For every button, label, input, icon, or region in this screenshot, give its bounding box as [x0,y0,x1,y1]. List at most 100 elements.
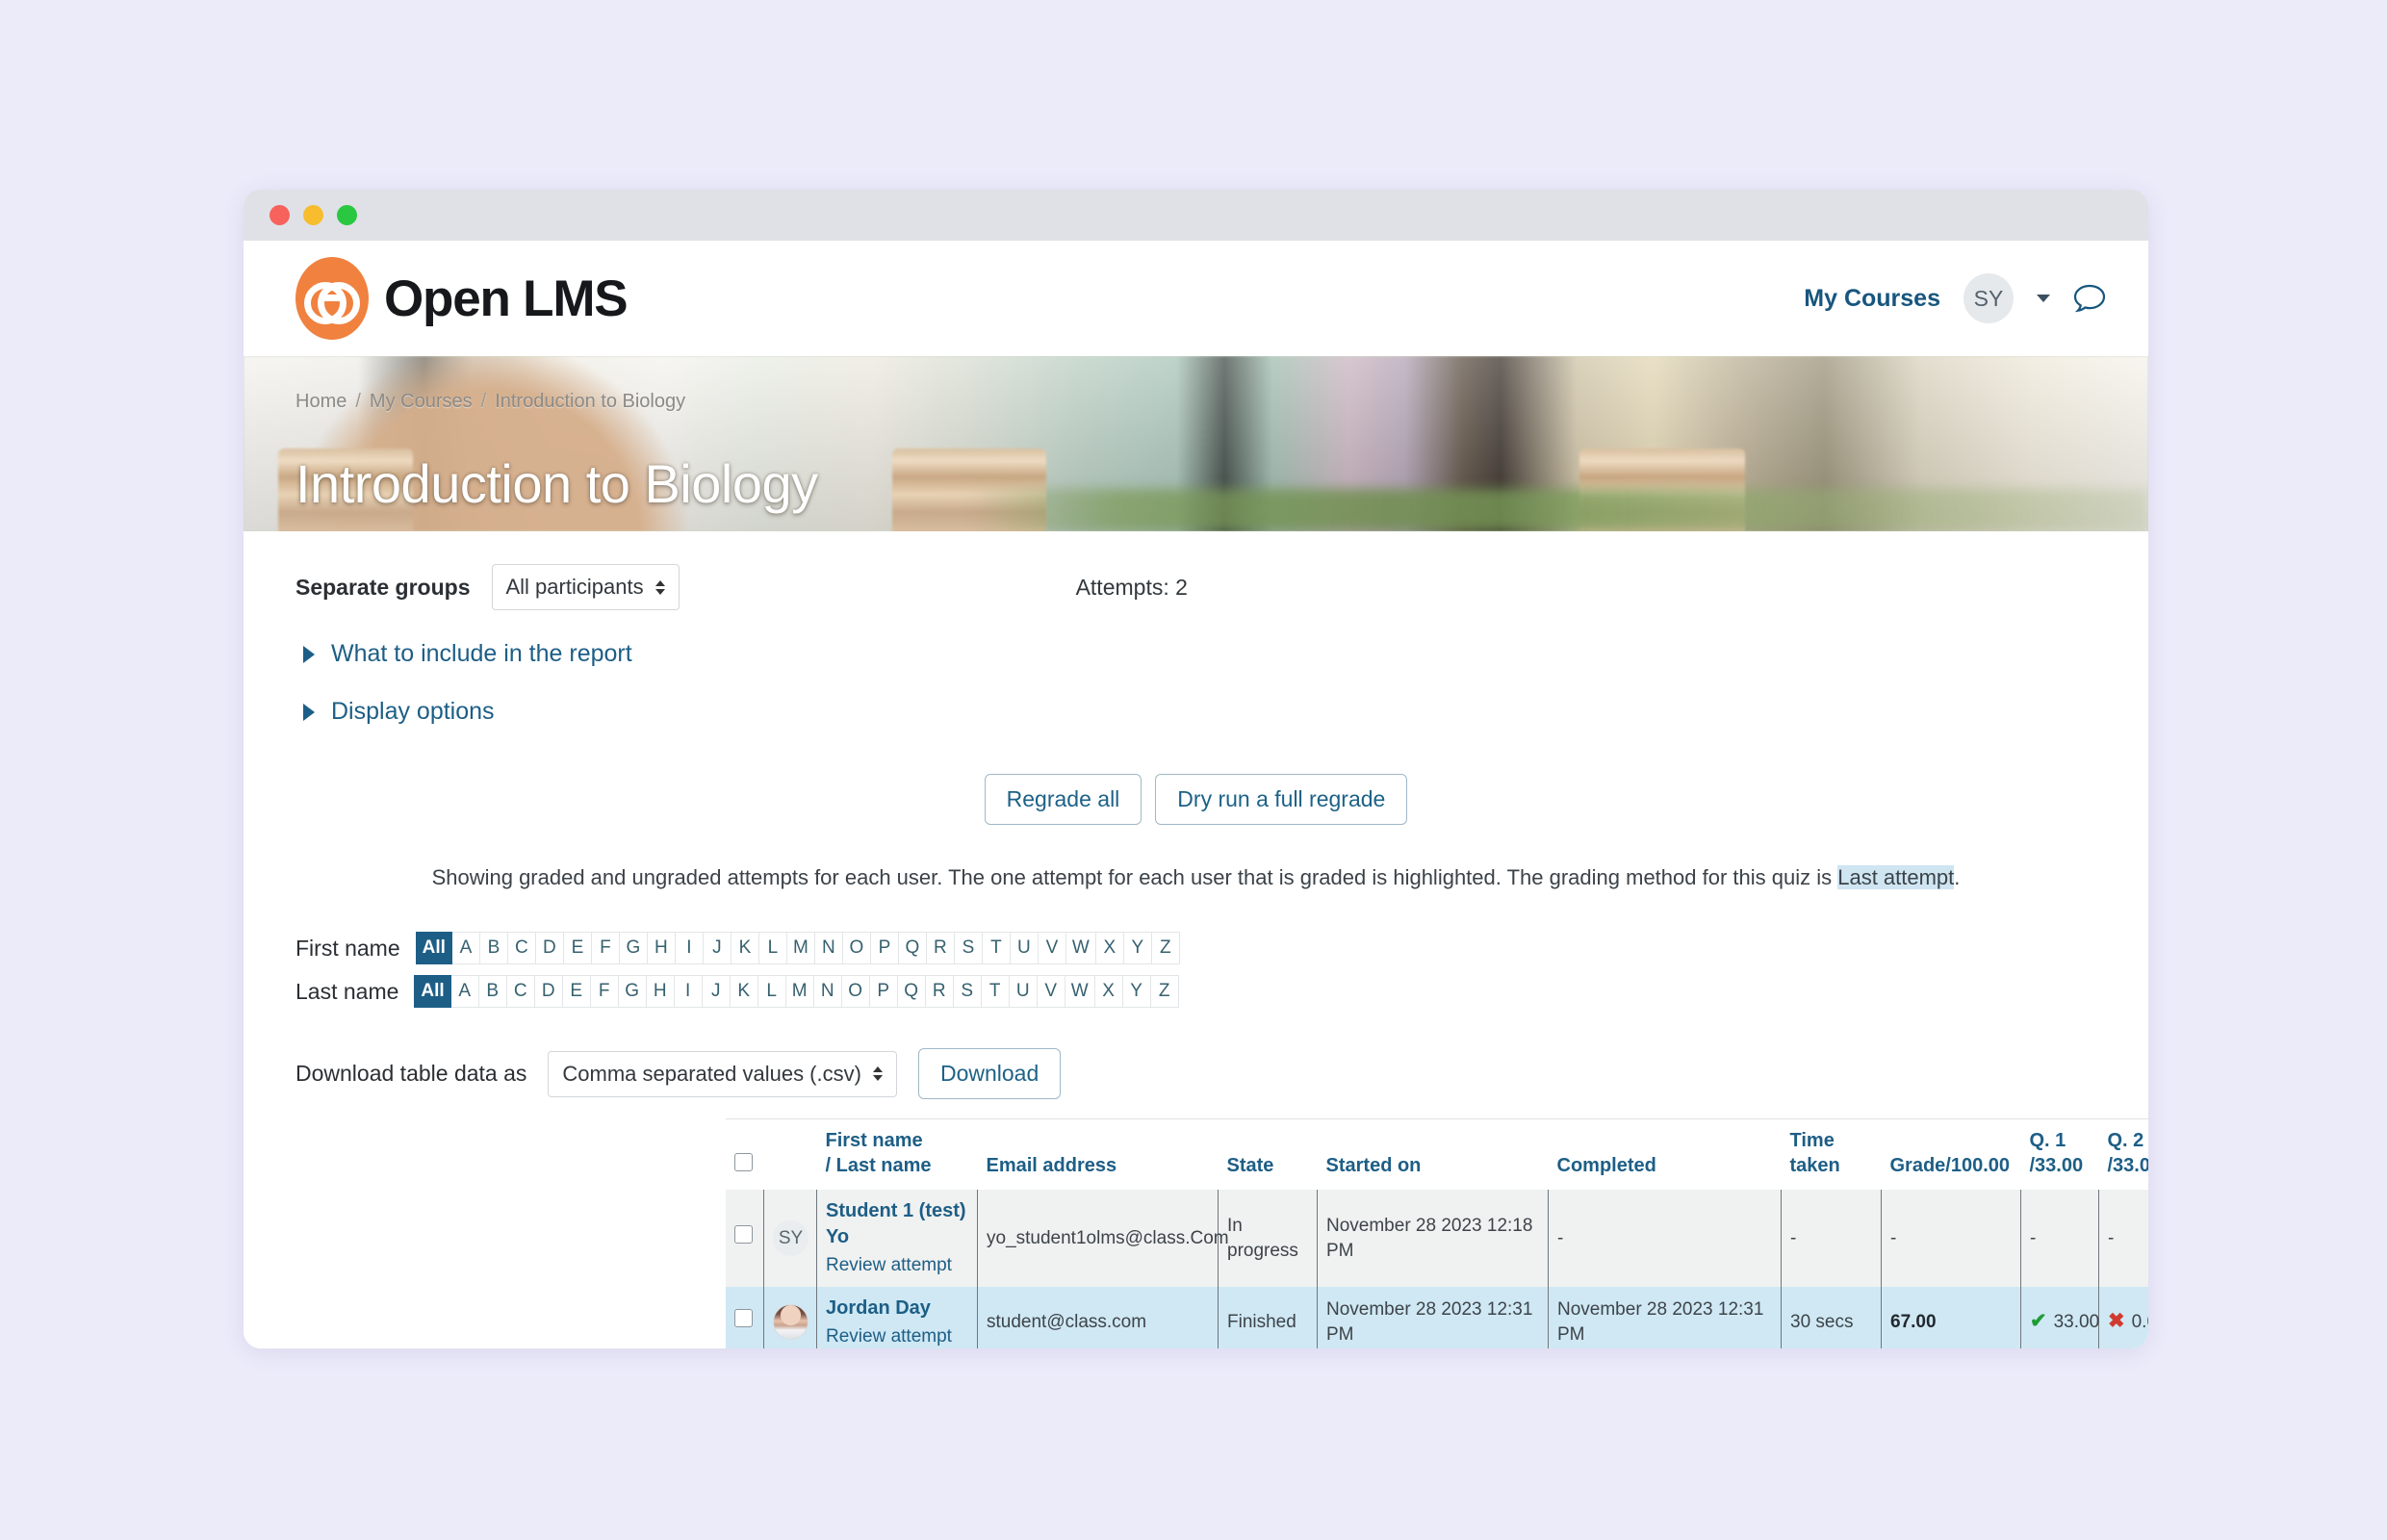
last-name-initial-s[interactable]: S [953,975,982,1008]
q1-header[interactable]: Q. 1 /33.00 [2020,1118,2099,1191]
close-window-button[interactable] [270,205,290,225]
last-name-initial-e[interactable]: E [562,975,591,1008]
last-name-initial-f[interactable]: F [590,975,619,1008]
attempts-count: Attempts: 2 [1075,574,1188,600]
last-name-initial-i[interactable]: I [674,975,703,1008]
my-courses-link[interactable]: My Courses [1804,285,1940,313]
first-name-initial-g[interactable]: G [619,932,648,964]
messages-icon[interactable] [2073,283,2106,314]
last-name-initial-k[interactable]: K [730,975,758,1008]
first-name-initial-p[interactable]: P [870,932,899,964]
row-q1-cell: - [2020,1190,2099,1287]
group-select[interactable]: All participants [491,564,680,610]
email-header[interactable]: Email address [977,1118,1219,1191]
first-name-initial-a[interactable]: A [451,932,480,964]
first-name-initial-v[interactable]: V [1038,932,1066,964]
first-name-initial-s[interactable]: S [954,932,983,964]
first-name-initial-o[interactable]: O [842,932,871,964]
page-title: Introduction to Biology [295,453,818,514]
last-name-initial-a[interactable]: A [450,975,479,1008]
first-name-initial-d[interactable]: D [535,932,564,964]
last-name-initial-y[interactable]: Y [1122,975,1151,1008]
download-button[interactable]: Download [917,1048,1062,1099]
first-name-initial-j[interactable]: J [703,932,732,964]
last-name-initial-t[interactable]: T [981,975,1010,1008]
regrade-all-button[interactable]: Regrade all [984,774,1142,825]
q2-header[interactable]: Q. 2 /33.00 [2098,1118,2149,1191]
regrade-buttons: Regrade all Dry run a full regrade [244,774,2148,825]
user-name-link[interactable]: Jordan Day [826,1296,968,1322]
review-attempt-link[interactable]: Review attempt [826,1324,968,1348]
table-row[interactable]: Jordan Day Review attempt student@class.co… [725,1286,2148,1348]
first-name-initial-w[interactable]: W [1065,932,1096,964]
last-name-initial-x[interactable]: X [1094,975,1123,1008]
first-name-initial-b[interactable]: B [479,932,508,964]
chevron-down-icon[interactable] [2037,295,2050,302]
last-name-initial-p[interactable]: P [869,975,898,1008]
collapsible-what-to-include[interactable]: What to include in the report [244,640,2148,668]
first-name-initial-f[interactable]: F [591,932,620,964]
collapsible-display-options[interactable]: Display options [244,698,2148,726]
report-info-prefix: Showing graded and ungraded attempts for… [431,865,1838,889]
first-name-initial-all[interactable]: All [415,932,452,964]
last-name-initial-all[interactable]: All [414,975,451,1008]
q2-header-line2: /33.00 [2107,1154,2149,1176]
name-header[interactable]: First name / Last name [816,1118,978,1191]
maximize-window-button[interactable] [337,205,357,225]
completed-header[interactable]: Completed [1548,1118,1782,1191]
last-name-initial-c[interactable]: C [506,975,535,1008]
row-started-cell: November 28 2023 12:31 PM [1317,1286,1549,1348]
last-name-initial-u[interactable]: U [1009,975,1038,1008]
first-name-initial-q[interactable]: Q [898,932,927,964]
first-name-initial-n[interactable]: N [814,932,843,964]
last-name-initial-r[interactable]: R [925,975,954,1008]
last-name-initial-b[interactable]: B [478,975,507,1008]
review-attempt-link[interactable]: Review attempt [826,1253,968,1278]
last-name-initial-g[interactable]: G [618,975,647,1008]
last-name-initial-m[interactable]: M [785,975,814,1008]
row-checkbox[interactable] [733,1225,753,1245]
state-header[interactable]: State [1218,1118,1318,1191]
first-name-initial-i[interactable]: I [675,932,704,964]
first-name-initial-u[interactable]: U [1010,932,1039,964]
table-row[interactable]: SY Student 1 (test) Yo Review attempt yo_stu… [725,1190,2148,1287]
download-format-select[interactable]: Comma separated values (.csv) [548,1050,897,1097]
row-checkbox[interactable] [733,1309,753,1328]
first-name-initial-e[interactable]: E [563,932,592,964]
avatar[interactable]: SY [1964,273,2014,323]
started-header[interactable]: Started on [1317,1118,1549,1191]
last-name-initial-q[interactable]: Q [897,975,926,1008]
last-name-initial-j[interactable]: J [702,975,731,1008]
last-name-initial-z[interactable]: Z [1150,975,1179,1008]
brand-logo[interactable]: Open LMS [295,257,629,340]
first-name-initial-y[interactable]: Y [1123,932,1152,964]
user-name-link[interactable]: Student 1 (test) [826,1198,968,1224]
last-name-initial-l[interactable]: L [757,975,786,1008]
quiz-report-table-container[interactable]: First name / Last name Email address Sta… [725,1118,2148,1348]
last-name-initial-v[interactable]: V [1037,975,1065,1008]
grade-header[interactable]: Grade/100.00 [1881,1118,2021,1191]
dry-run-regrade-button[interactable]: Dry run a full regrade [1155,774,1408,825]
first-name-initial-l[interactable]: L [758,932,787,964]
first-name-initial-h[interactable]: H [647,932,676,964]
first-name-initial-k[interactable]: K [731,932,759,964]
time-taken-header[interactable]: Time taken [1781,1118,1882,1191]
page-content: Separate groups All participants Attempt… [244,531,2148,1348]
first-name-initial-m[interactable]: M [786,932,815,964]
first-name-initial-t[interactable]: T [982,932,1011,964]
breadcrumb-item-home[interactable]: Home [295,391,346,413]
first-name-initial-c[interactable]: C [507,932,536,964]
first-name-initial-z[interactable]: Z [1151,932,1180,964]
user-surname[interactable]: Yo [826,1224,968,1250]
minimize-window-button[interactable] [303,205,323,225]
breadcrumb-item-my-courses[interactable]: My Courses [370,391,473,413]
last-name-initial-h[interactable]: H [646,975,675,1008]
select-all-checkbox[interactable] [733,1152,753,1171]
last-name-initial-w[interactable]: W [1065,975,1095,1008]
user-initials-avatar: SY [773,1220,808,1256]
last-name-initial-o[interactable]: O [841,975,870,1008]
first-name-initial-r[interactable]: R [926,932,955,964]
first-name-initial-x[interactable]: X [1095,932,1124,964]
last-name-initial-n[interactable]: N [813,975,842,1008]
last-name-initial-d[interactable]: D [534,975,563,1008]
